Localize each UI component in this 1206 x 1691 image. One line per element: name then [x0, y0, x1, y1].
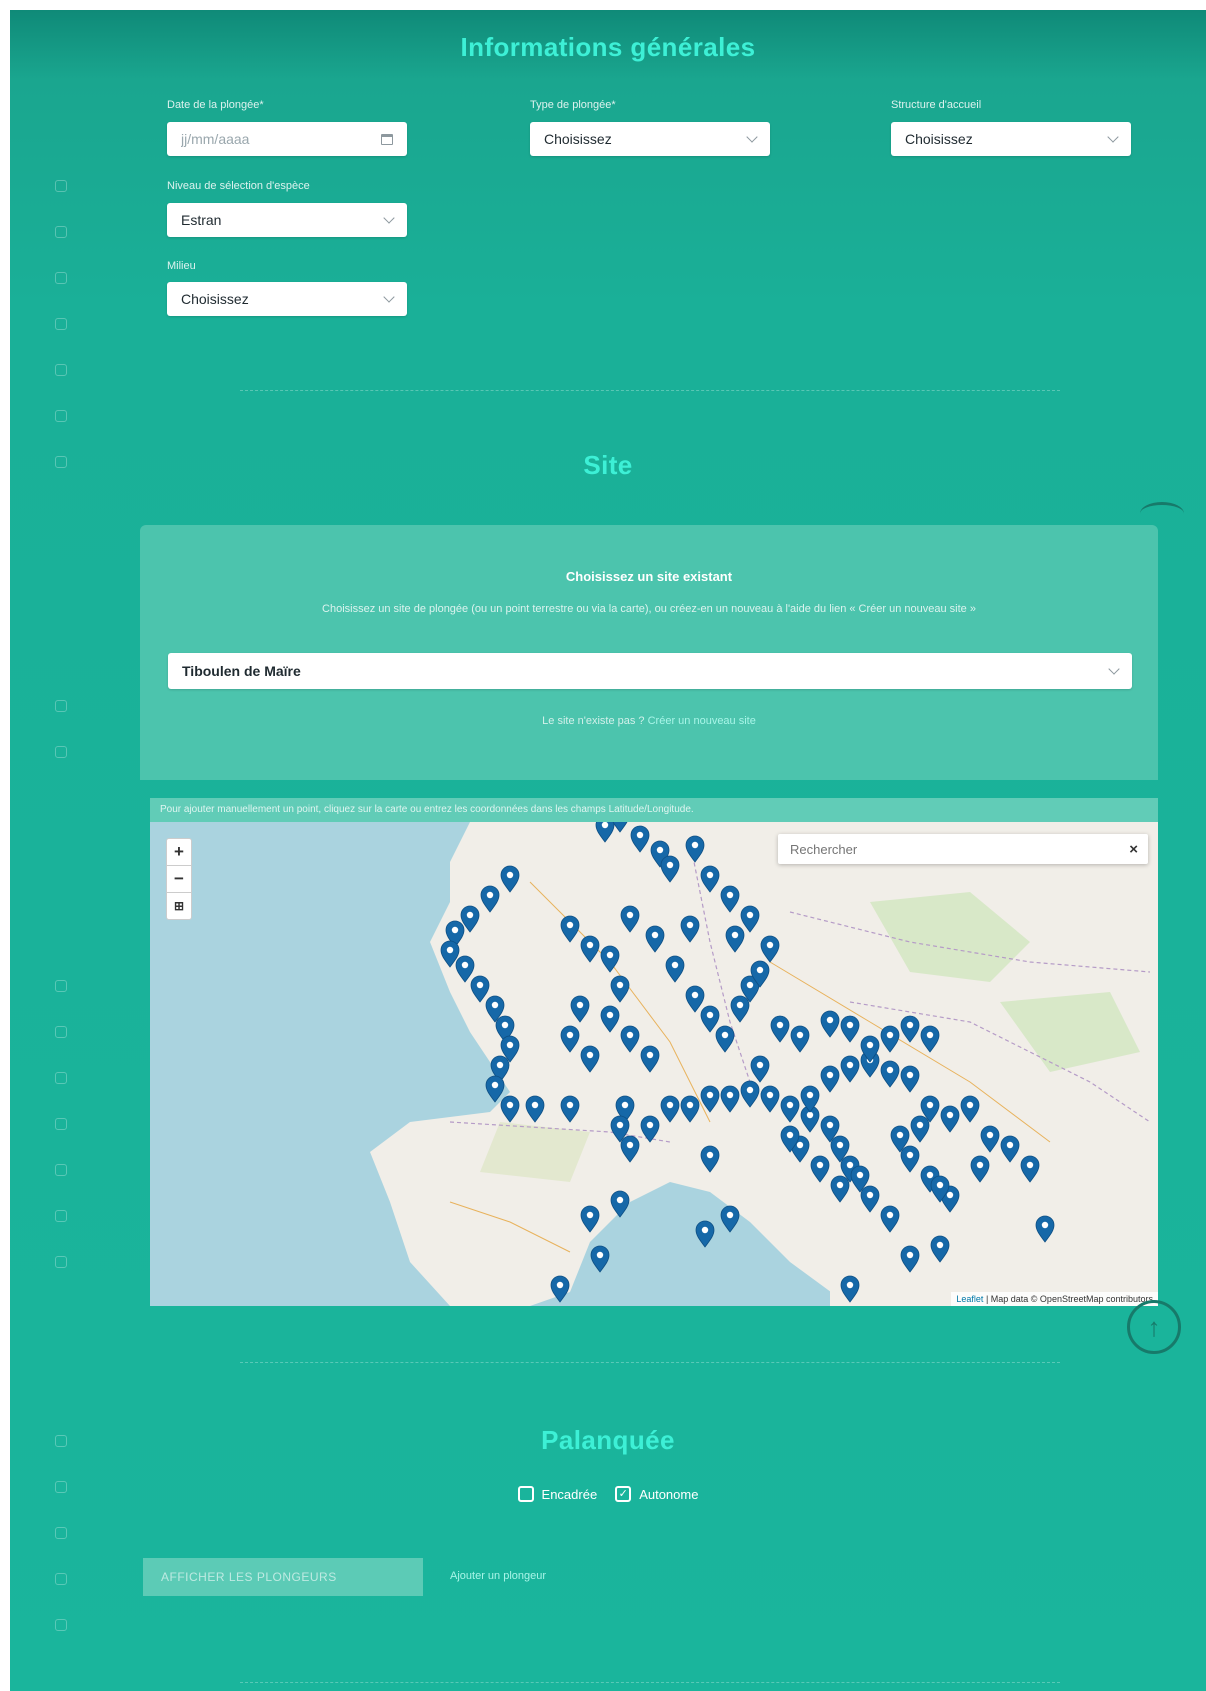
autonome-label: Autonome — [639, 1486, 699, 1502]
marker-icon[interactable] — [55, 1527, 67, 1539]
milieu-select[interactable]: Choisissez — [167, 282, 407, 316]
site-panel: Choisissez un site existant Choisissez u… — [140, 525, 1158, 780]
zoom-control: + − ⊞ — [166, 838, 192, 920]
section-title-general: Informations générales — [460, 32, 756, 62]
autonome-checkbox[interactable]: ✓ — [615, 1486, 632, 1502]
map-marker[interactable] — [695, 1220, 715, 1248]
user-icon[interactable] — [55, 318, 67, 330]
side-rail-lower — [50, 980, 72, 1302]
encadree-checkbox[interactable] — [517, 1486, 534, 1502]
milieu-label: Milieu — [167, 260, 196, 272]
map-marker[interactable] — [485, 1075, 505, 1103]
chart-icon[interactable] — [55, 1210, 67, 1222]
autonome-option[interactable]: ✓ Autonome — [615, 1486, 698, 1502]
section-divider — [240, 1362, 1060, 1363]
section-title-site: Site — [583, 450, 633, 480]
map-search-box: × — [778, 834, 1148, 864]
section-divider — [240, 390, 1060, 391]
niveau-value: Estran — [181, 212, 222, 228]
home-icon[interactable] — [55, 700, 67, 712]
user-icon[interactable] — [55, 1573, 67, 1585]
settings-icon[interactable] — [55, 1619, 67, 1631]
site-missing: Le site n'existe pas ? Créer un nouveau … — [140, 715, 1158, 727]
chart-icon[interactable] — [55, 410, 67, 422]
side-rail-mid — [50, 700, 72, 792]
date-placeholder: jj/mm/aaaa — [181, 131, 250, 147]
chevron-down-icon — [383, 291, 395, 303]
side-rail-bottom — [50, 1435, 72, 1665]
map-attribution: Leaflet | Map data © OpenStreetMap contr… — [951, 1292, 1158, 1306]
plain-area — [480, 1122, 590, 1182]
scroll-indicator — [1140, 502, 1184, 525]
chevron-down-icon — [1108, 663, 1120, 675]
structure-label: Structure d'accueil — [891, 99, 982, 111]
leaflet-link[interactable]: Leaflet — [956, 1294, 983, 1304]
calendar-icon[interactable] — [381, 133, 393, 145]
site-select-value: Tiboulen de Maïre — [182, 663, 301, 679]
chevron-down-icon — [746, 131, 758, 143]
scroll-to-top-button[interactable]: ↑ — [1127, 1300, 1181, 1354]
encadree-option[interactable]: Encadrée — [517, 1486, 598, 1502]
map-marker[interactable] — [590, 1245, 610, 1273]
site-heading: Choisissez un site existant — [565, 569, 733, 584]
layers-button[interactable]: ⊞ — [167, 893, 191, 919]
zoom-out-button[interactable]: − — [167, 866, 191, 893]
info-icon[interactable] — [55, 1256, 67, 1268]
site-missing-text: Le site n'existe pas ? — [542, 715, 645, 727]
marker-icon[interactable] — [55, 1072, 67, 1084]
structure-select[interactable]: Choisissez — [891, 122, 1131, 156]
settings-icon[interactable] — [55, 364, 67, 376]
user-icon[interactable] — [55, 1118, 67, 1130]
settings-icon[interactable] — [55, 1164, 67, 1176]
map-note: Pour ajouter manuellement un point, cliq… — [150, 798, 1158, 822]
map-canvas — [370, 822, 1158, 1306]
home-icon[interactable] — [55, 980, 67, 992]
date-field[interactable]: jj/mm/aaaa — [167, 122, 407, 156]
date-label: Date de la plongée* — [167, 99, 264, 111]
site-help: Choisissez un site de plongée (ou un poi… — [322, 603, 976, 615]
type-label: Type de plongée* — [530, 99, 616, 111]
structure-value: Choisissez — [905, 131, 973, 147]
close-icon[interactable]: × — [1129, 841, 1138, 858]
marker-icon[interactable] — [55, 272, 67, 284]
section-divider — [240, 1682, 1060, 1683]
map[interactable]: + − ⊞ × Leaflet | Map data © OpenStreetM… — [150, 822, 1158, 1306]
map-marker[interactable] — [720, 1205, 740, 1233]
map-search-input[interactable] — [788, 840, 1130, 858]
site-select[interactable]: Tiboulen de Maïre — [168, 653, 1132, 689]
map-marker[interactable] — [550, 1275, 570, 1303]
section-title-palanquee: Palanquée — [541, 1425, 675, 1455]
niveau-label: Niveau de sélection d'espèce — [167, 180, 310, 192]
home-icon[interactable] — [55, 180, 67, 192]
milieu-value: Choisissez — [181, 291, 249, 307]
encadree-label: Encadrée — [541, 1486, 598, 1502]
create-site-link[interactable]: Créer un nouveau site — [648, 715, 756, 727]
add-diver-link[interactable]: Ajouter un plongeur — [450, 1570, 546, 1582]
chevron-down-icon — [383, 212, 395, 224]
clock-icon[interactable] — [55, 1026, 67, 1038]
type-select[interactable]: Choisissez — [530, 122, 770, 156]
niveau-select[interactable]: Estran — [167, 203, 407, 237]
attribution-text: | Map data © OpenStreetMap contributors — [985, 1294, 1153, 1304]
type-value: Choisissez — [544, 131, 612, 147]
chevron-down-icon — [1107, 131, 1119, 143]
zoom-in-button[interactable]: + — [167, 839, 191, 866]
clock-icon[interactable] — [55, 226, 67, 238]
arrow-up-icon: ↑ — [1147, 1311, 1161, 1342]
palanquee-options: Encadrée ✓ Autonome — [10, 1486, 1206, 1502]
user-icon[interactable] — [55, 746, 67, 758]
show-divers-button[interactable]: AFFICHER LES PLONGEURS — [143, 1558, 423, 1596]
page: Informations générales Date de la plongé… — [10, 10, 1206, 1691]
